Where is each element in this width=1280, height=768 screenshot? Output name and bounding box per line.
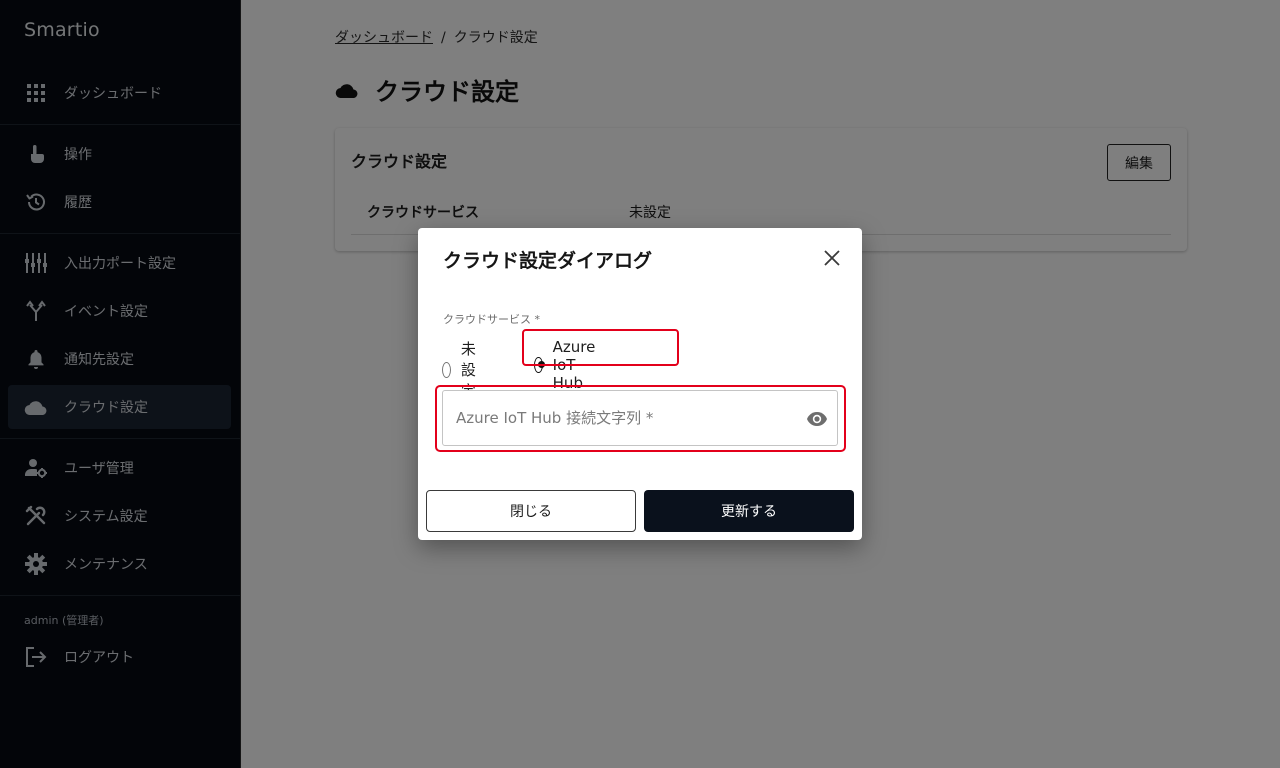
close-icon[interactable] (820, 246, 844, 270)
highlight-box (522, 329, 679, 366)
dialog-title: クラウド設定ダイアログ (443, 250, 653, 272)
close-button[interactable]: 閉じる (426, 490, 636, 532)
cloud-settings-dialog: クラウド設定ダイアログ クラウドサービス * 未設定 Azure IoT Hub… (418, 228, 862, 540)
cloud-service-field-label: クラウドサービス * (443, 313, 540, 326)
connection-string-field (442, 390, 838, 446)
update-button[interactable]: 更新する (644, 490, 854, 532)
connection-string-input[interactable] (443, 391, 783, 445)
eye-icon[interactable] (805, 407, 829, 431)
radio-unchecked-icon (442, 361, 451, 378)
